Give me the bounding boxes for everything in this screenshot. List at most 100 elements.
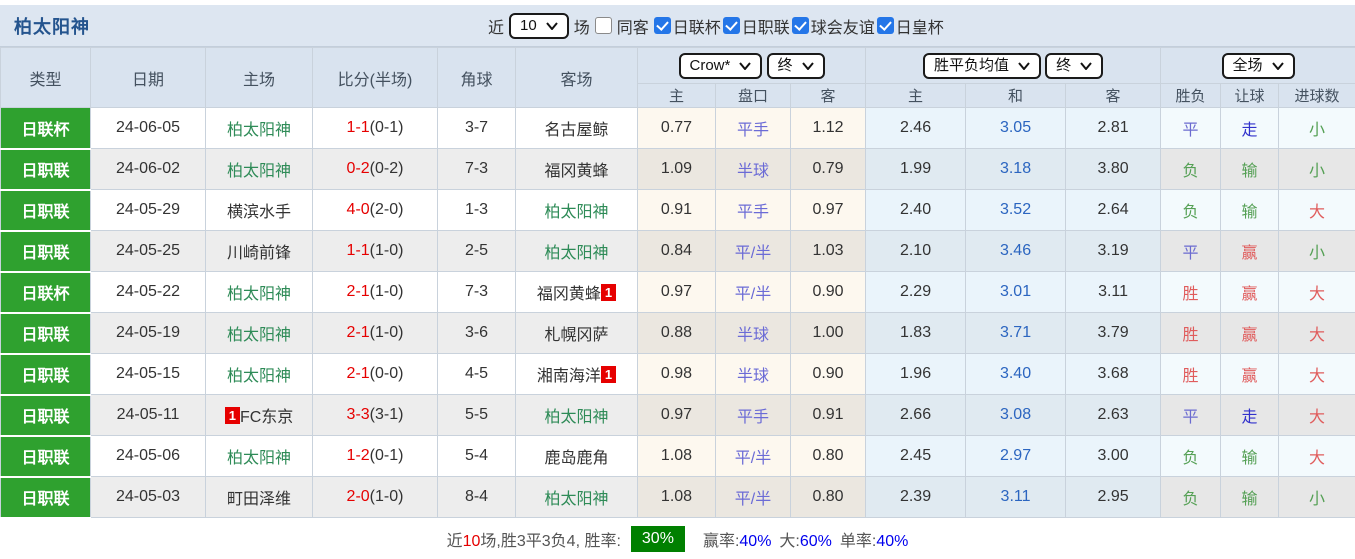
team-name: 札幌冈萨 bbox=[544, 327, 608, 344]
corners-cell: 3-7 bbox=[438, 108, 516, 149]
league-checkbox[interactable] bbox=[723, 17, 740, 34]
odds-cell: 0.84 bbox=[638, 231, 716, 272]
halftime-score: (0-0) bbox=[370, 365, 404, 382]
match-type-badge: 日职联 bbox=[1, 354, 91, 395]
table-row: 日职联24-05-29横滨水手4-0(2-0)1-3柏太阳神0.91平手0.97… bbox=[1, 190, 1355, 231]
result-group-header: 全场 bbox=[1161, 48, 1355, 84]
result-goals-cell: 大 bbox=[1279, 436, 1355, 477]
result-handicap-cell: 输 bbox=[1221, 436, 1279, 477]
near-count-select[interactable]: 10 bbox=[509, 13, 569, 39]
subcol-odds-away: 客 bbox=[791, 84, 866, 108]
mean-type-select-value: 胜平负均值 bbox=[934, 56, 1009, 76]
match-type-badge: 日联杯 bbox=[1, 272, 91, 313]
result-goals-cell: 小 bbox=[1279, 231, 1355, 272]
corners-cell: 1-3 bbox=[438, 190, 516, 231]
team-cell: 柏太阳神 bbox=[516, 231, 638, 272]
mean-odds-cell: 2.66 bbox=[866, 395, 966, 436]
match-date: 24-05-03 bbox=[91, 477, 206, 518]
table-row: 日联杯24-06-05柏太阳神1-1(0-1)3-7名古屋鲸0.77平手1.12… bbox=[1, 108, 1355, 149]
odds-cell: 1.08 bbox=[638, 477, 716, 518]
odds-stage-select[interactable]: 终 bbox=[767, 53, 825, 79]
score-cell: 1-1(1-0) bbox=[313, 231, 438, 272]
team-name: 川崎前锋 bbox=[227, 245, 291, 262]
fulltime-score: 2-1 bbox=[347, 283, 370, 300]
bookmaker-select[interactable]: Crow* bbox=[679, 53, 763, 79]
result-goals-cell: 大 bbox=[1279, 354, 1355, 395]
halftime-score: (3-1) bbox=[370, 406, 404, 423]
near-count-value: 10 bbox=[520, 16, 537, 36]
league-checkbox[interactable] bbox=[654, 17, 671, 34]
result-wdl-cell: 平 bbox=[1161, 231, 1221, 272]
halftime-score: (1-0) bbox=[370, 242, 404, 259]
score-cell: 2-1(0-0) bbox=[313, 354, 438, 395]
team-cell: 横滨水手 bbox=[206, 190, 313, 231]
mean-odds-cell: 3.18 bbox=[966, 149, 1066, 190]
subcol-result-hcp: 让球 bbox=[1221, 84, 1279, 108]
mean-odds-cell: 2.63 bbox=[1066, 395, 1161, 436]
chevron-down-icon bbox=[1018, 62, 1030, 70]
mean-odds-cell: 1.83 bbox=[866, 313, 966, 354]
chevron-down-icon bbox=[802, 62, 814, 70]
odds-cell: 1.03 bbox=[791, 231, 866, 272]
odds-cell: 0.88 bbox=[638, 313, 716, 354]
team-cell: 湘南海洋1 bbox=[516, 354, 638, 395]
stat-label: 赢率: bbox=[703, 533, 739, 550]
halftime-score: (0-1) bbox=[370, 447, 404, 464]
mean-odds-cell: 2.40 bbox=[866, 190, 966, 231]
handicap-cell: 平手 bbox=[716, 190, 791, 231]
team-cell: 柏太阳神 bbox=[206, 108, 313, 149]
match-date: 24-05-29 bbox=[91, 190, 206, 231]
period-select[interactable]: 全场 bbox=[1222, 53, 1295, 79]
result-wdl-cell: 平 bbox=[1161, 395, 1221, 436]
mean-type-select[interactable]: 胜平负均值 bbox=[923, 53, 1041, 79]
summary-record: 场,胜3平3负4, 胜率: bbox=[480, 533, 620, 550]
same-away-checkbox[interactable] bbox=[595, 17, 612, 34]
result-handicap-cell: 输 bbox=[1221, 190, 1279, 231]
score-cell: 2-1(1-0) bbox=[313, 313, 438, 354]
match-type-badge: 日联杯 bbox=[1, 108, 91, 149]
league-checkbox[interactable] bbox=[792, 17, 809, 34]
mean-stage-select[interactable]: 终 bbox=[1045, 53, 1103, 79]
mean-odds-cell: 2.10 bbox=[866, 231, 966, 272]
team-cell: 柏太阳神 bbox=[206, 436, 313, 477]
mean-odds-cell: 2.39 bbox=[866, 477, 966, 518]
period-select-value: 全场 bbox=[1233, 56, 1263, 76]
mean-odds-cell: 3.19 bbox=[1066, 231, 1161, 272]
result-goals-cell: 大 bbox=[1279, 395, 1355, 436]
corners-cell: 7-3 bbox=[438, 272, 516, 313]
mean-odds-cell: 1.96 bbox=[866, 354, 966, 395]
summary-prefix: 近10场,胜3平3负4, 胜率: bbox=[447, 527, 621, 551]
same-away-label: 同客 bbox=[617, 14, 649, 38]
result-wdl-cell: 负 bbox=[1161, 436, 1221, 477]
team-cell: 名古屋鲸 bbox=[516, 108, 638, 149]
stat-segment: 大:60% bbox=[779, 533, 831, 550]
result-handicap-cell: 赢 bbox=[1221, 313, 1279, 354]
result-goals-cell: 大 bbox=[1279, 313, 1355, 354]
odds-cell: 1.08 bbox=[638, 436, 716, 477]
team-name: 柏太阳神 bbox=[544, 245, 608, 262]
match-date: 24-05-19 bbox=[91, 313, 206, 354]
mean-odds-cell: 3.46 bbox=[966, 231, 1066, 272]
fulltime-score: 2-0 bbox=[347, 488, 370, 505]
result-wdl-cell: 平 bbox=[1161, 108, 1221, 149]
summary-near: 近 bbox=[447, 533, 463, 550]
match-date: 24-05-15 bbox=[91, 354, 206, 395]
score-cell: 0-2(0-2) bbox=[313, 149, 438, 190]
fulltime-score: 2-1 bbox=[347, 324, 370, 341]
league-filters: 日联杯日职联球会友谊日皇杯 bbox=[654, 14, 944, 38]
mean-odds-cell: 2.95 bbox=[1066, 477, 1161, 518]
stat-value: 40% bbox=[876, 533, 908, 550]
result-handicap-cell: 输 bbox=[1221, 149, 1279, 190]
fulltime-score: 1-2 bbox=[347, 447, 370, 464]
stat-segment: 赢率:40% bbox=[703, 533, 771, 550]
result-wdl-cell: 胜 bbox=[1161, 313, 1221, 354]
summary-count: 10 bbox=[463, 533, 481, 550]
team-name: 柏太阳神 bbox=[544, 204, 608, 221]
table-row: 日职联24-05-06柏太阳神1-2(0-1)5-4鹿岛鹿角1.08平/半0.8… bbox=[1, 436, 1355, 477]
result-handicap-cell: 赢 bbox=[1221, 354, 1279, 395]
odds-cell: 0.80 bbox=[791, 477, 866, 518]
league-checkbox[interactable] bbox=[877, 17, 894, 34]
col-header-corners: 角球 bbox=[438, 48, 516, 108]
mean-odds-cell: 3.00 bbox=[1066, 436, 1161, 477]
result-wdl-cell: 负 bbox=[1161, 149, 1221, 190]
